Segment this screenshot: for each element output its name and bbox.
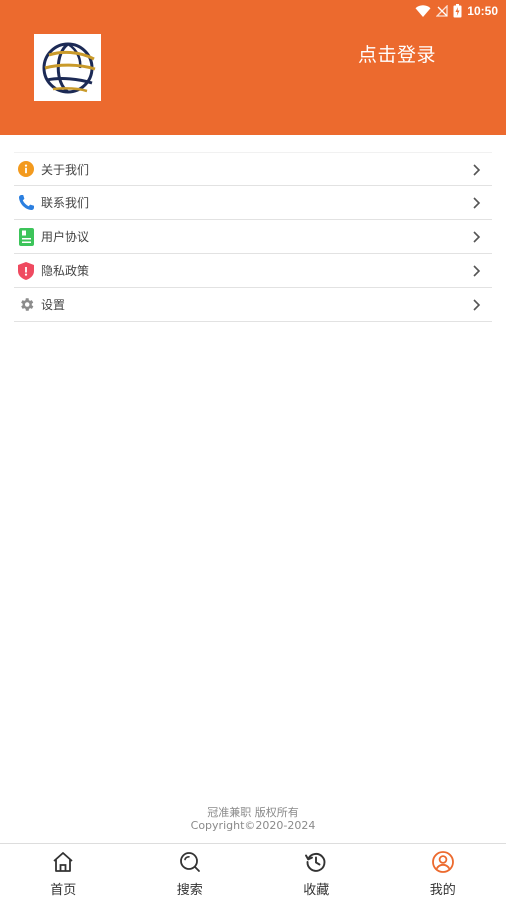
info-icon: [17, 160, 35, 178]
bottom-tab-bar: 首页 搜索 收藏 我的: [0, 843, 506, 899]
tab-label: 我的: [429, 883, 456, 898]
chevron-right-icon: [473, 299, 481, 311]
menu-item-privacy-policy[interactable]: 隐私政策: [14, 254, 492, 288]
menu-item-contact[interactable]: 联系我们: [14, 186, 492, 220]
tab-home[interactable]: 首页: [0, 844, 127, 899]
chevron-right-icon: [473, 164, 481, 176]
chevron-right-icon: [473, 197, 481, 209]
search-icon: [179, 852, 200, 872]
tab-label: 收藏: [303, 883, 330, 898]
tab-search[interactable]: 搜索: [127, 844, 254, 899]
menu-item-settings[interactable]: 设置: [14, 288, 492, 322]
gear-icon: [17, 296, 35, 314]
app-logo[interactable]: [34, 34, 101, 101]
menu-item-label: 隐私政策: [41, 264, 90, 278]
menu-item-label: 关于我们: [41, 162, 90, 177]
menu-item-label: 设置: [41, 298, 66, 312]
chevron-right-icon: [473, 265, 481, 277]
settings-menu: 关于我们 联系我们 用户协议 隐私政策 设置: [14, 152, 492, 322]
status-bar: 10:50: [415, 2, 498, 20]
menu-item-label: 联系我们: [41, 196, 90, 210]
menu-item-user-agreement[interactable]: 用户协议: [14, 220, 492, 254]
copyright-owner: 冠准兼职 版权所有: [207, 806, 299, 819]
copyright-footer: 冠准兼职 版权所有 Copyright©2020-2024: [0, 806, 506, 832]
history-icon: [305, 852, 326, 872]
no-signal-icon: [436, 5, 448, 17]
tab-label: 首页: [50, 883, 77, 898]
chevron-right-icon: [473, 231, 481, 243]
copyright-years: Copyright©2020-2024: [190, 819, 316, 832]
battery-charging-icon: [453, 4, 462, 18]
profile-header: 10:50 点击登录: [0, 0, 506, 135]
wifi-icon: [415, 5, 431, 17]
globe-logo-icon: [42, 42, 95, 93]
home-icon: [53, 852, 73, 872]
login-link[interactable]: 点击登录: [358, 40, 436, 67]
document-icon: [17, 227, 35, 246]
phone-icon: [17, 194, 35, 212]
status-time: 10:50: [467, 4, 498, 18]
tab-label: 搜索: [176, 883, 203, 898]
tab-favorites[interactable]: 收藏: [253, 844, 380, 899]
menu-item-about[interactable]: 关于我们: [14, 152, 492, 186]
user-icon: [431, 851, 454, 873]
menu-item-label: 用户协议: [41, 230, 90, 244]
shield-icon: [17, 261, 35, 280]
tab-mine[interactable]: 我的: [380, 844, 506, 899]
